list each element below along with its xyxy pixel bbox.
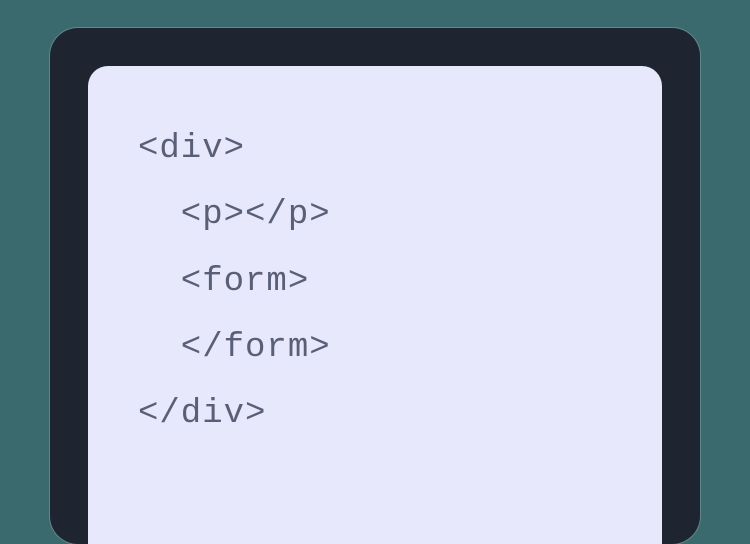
code-frame: <div> <p></p> <form> </form> </div> xyxy=(50,28,700,544)
code-line: </div> xyxy=(138,381,612,447)
code-line: <form> xyxy=(138,249,612,315)
code-line: <div> xyxy=(138,116,612,182)
code-block: <div> <p></p> <form> </form> </div> xyxy=(138,116,612,447)
code-line: </form> xyxy=(138,315,612,381)
code-line: <p></p> xyxy=(138,182,612,248)
code-panel: <div> <p></p> <form> </form> </div> xyxy=(88,66,662,544)
